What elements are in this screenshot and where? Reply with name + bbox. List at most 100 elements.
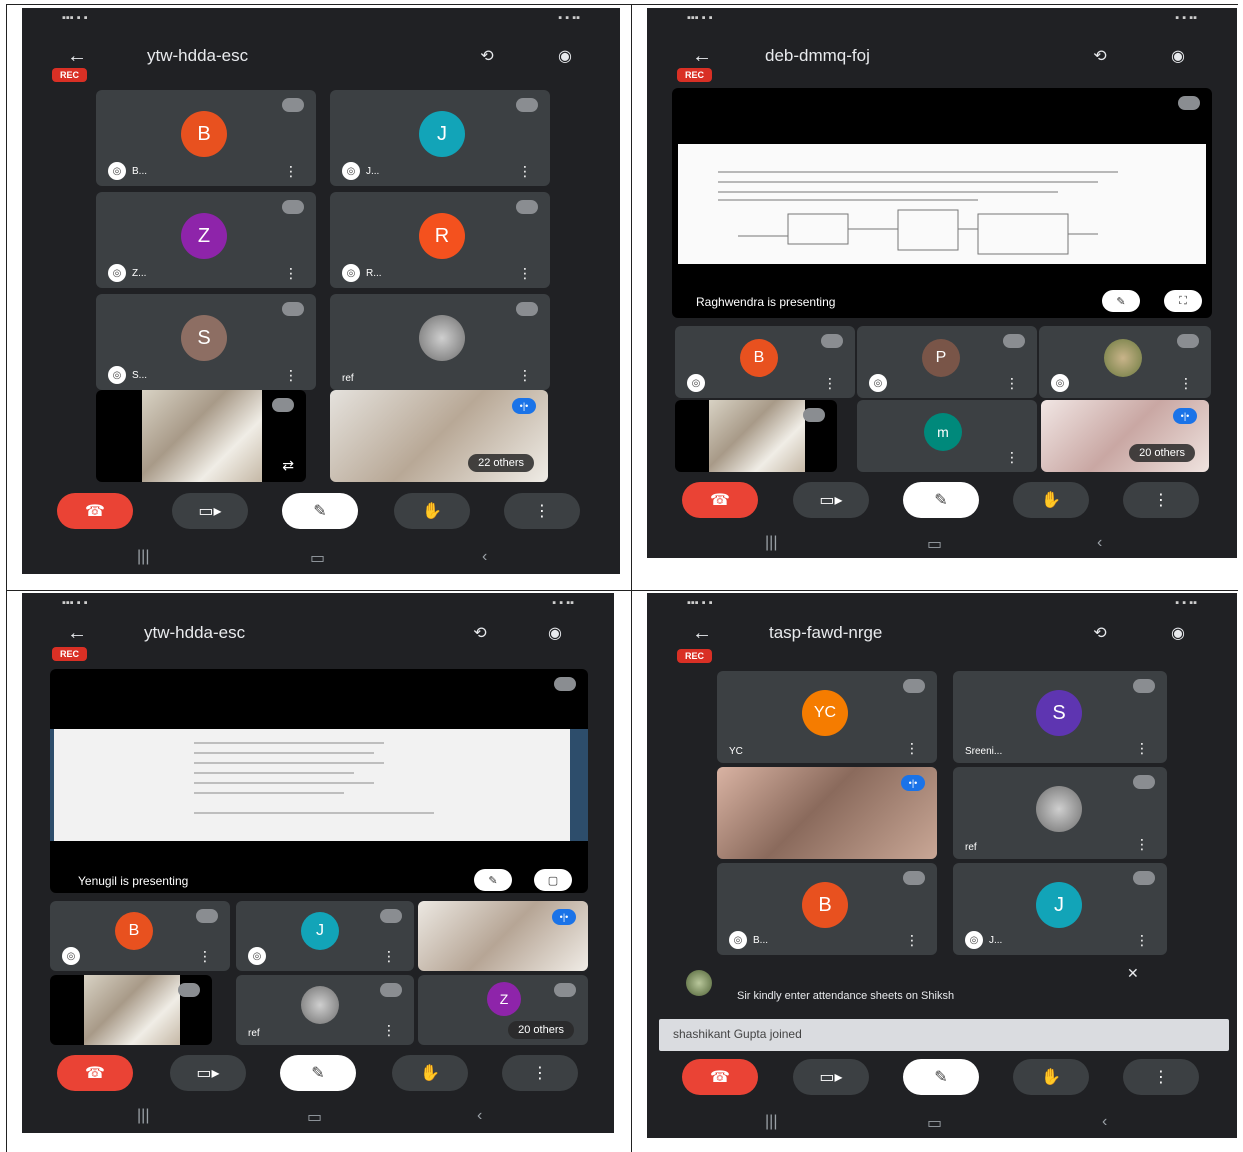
participant-video-tile[interactable]: •|• — [418, 901, 588, 971]
more-options-button[interactable]: ⋮ — [1123, 482, 1199, 518]
speaker-icon[interactable]: ◉ — [552, 45, 578, 67]
participant-tile[interactable]: B ◎ ⋮ — [50, 901, 230, 971]
more-options-button[interactable]: ⋮ — [1123, 1059, 1199, 1095]
end-call-button[interactable]: ☎ — [682, 1059, 758, 1095]
participant-tile[interactable]: B ◎ B... ⋮ — [96, 90, 316, 186]
recents-icon[interactable]: ||| — [137, 548, 149, 566]
raise-hand-button[interactable]: ✋ — [1013, 1059, 1089, 1095]
mic-toggle-button[interactable]: ✎ — [903, 1059, 979, 1095]
more-options-icon[interactable]: ⋮ — [382, 1022, 396, 1039]
participant-tile[interactable]: J ◎ ⋮ — [236, 901, 414, 971]
pin-icon[interactable]: ✎ — [474, 869, 512, 891]
end-call-button[interactable]: ☎ — [57, 1055, 133, 1091]
participant-tile[interactable]: J ◎ J... ⋮ — [953, 863, 1167, 955]
others-tile[interactable]: •|• 22 others — [330, 390, 548, 482]
recents-icon[interactable]: ||| — [137, 1107, 149, 1125]
more-options-icon[interactable]: ⋮ — [1135, 740, 1149, 757]
switch-camera-icon[interactable]: ⟲ — [1087, 45, 1113, 67]
more-options-icon[interactable]: ⋮ — [1005, 449, 1019, 466]
self-view-tile[interactable] — [50, 975, 212, 1045]
camera-toggle-button[interactable]: ▭▸ — [172, 493, 248, 529]
mic-toggle-button[interactable]: ✎ — [282, 493, 358, 529]
chat-notification[interactable]: shashikant Gupta joined — [659, 1019, 1229, 1051]
more-options-icon[interactable]: ⋮ — [284, 265, 298, 282]
home-icon[interactable]: ▭ — [927, 1113, 942, 1133]
participant-tile[interactable]: ref ⋮ — [236, 975, 414, 1045]
participant-tile[interactable]: ref ⋮ — [330, 294, 550, 390]
more-options-icon[interactable]: ⋮ — [198, 948, 212, 965]
more-options-icon[interactable]: ⋮ — [518, 265, 532, 282]
participant-tile[interactable]: B ◎ B... ⋮ — [717, 863, 937, 955]
speaker-icon[interactable]: ◉ — [542, 622, 568, 644]
meeting-code[interactable]: deb-dmmq-foj — [765, 46, 870, 66]
others-count[interactable]: 22 others — [468, 454, 534, 472]
self-view-tile[interactable]: ⇄ — [96, 390, 306, 482]
more-options-icon[interactable]: ⋮ — [518, 367, 532, 384]
meeting-code[interactable]: tasp-fawd-nrge — [769, 623, 882, 643]
participant-tile[interactable]: R ◎ R... ⋮ — [330, 192, 550, 288]
mic-toggle-button[interactable]: ✎ — [903, 482, 979, 518]
raise-hand-button[interactable]: ✋ — [392, 1055, 468, 1091]
end-call-button[interactable]: ☎ — [682, 482, 758, 518]
others-tile[interactable]: Z 20 others — [418, 975, 588, 1045]
meeting-code[interactable]: ytw-hdda-esc — [147, 46, 248, 66]
others-count[interactable]: 20 others — [508, 1021, 574, 1039]
end-call-button[interactable]: ☎ — [57, 493, 133, 529]
more-options-icon[interactable]: ⋮ — [1179, 375, 1193, 392]
fullscreen-icon[interactable]: ▢ — [534, 869, 572, 891]
more-options-button[interactable]: ⋮ — [502, 1055, 578, 1091]
back-nav-icon[interactable]: ‹ — [482, 548, 487, 566]
more-options-icon[interactable]: ⋮ — [284, 367, 298, 384]
camera-toggle-button[interactable]: ▭▸ — [170, 1055, 246, 1091]
participant-tile[interactable]: YC YC ⋮ — [717, 671, 937, 763]
participant-tile[interactable]: P ◎ ⋮ — [857, 326, 1037, 398]
participant-tile[interactable]: m ⋮ — [857, 400, 1037, 472]
raise-hand-button[interactable]: ✋ — [394, 493, 470, 529]
back-nav-icon[interactable]: ‹ — [1102, 1113, 1107, 1131]
back-arrow-icon[interactable]: ← — [692, 622, 712, 645]
participant-tile[interactable]: S Sreeni... ⋮ — [953, 671, 1167, 763]
home-icon[interactable]: ▭ — [307, 1107, 322, 1127]
recents-icon[interactable]: ||| — [765, 534, 777, 552]
more-options-icon[interactable]: ⋮ — [1135, 932, 1149, 949]
recents-icon[interactable]: ||| — [765, 1113, 777, 1131]
more-options-icon[interactable]: ⋮ — [518, 163, 532, 180]
home-icon[interactable]: ▭ — [927, 534, 942, 554]
speaker-icon[interactable]: ◉ — [1165, 622, 1191, 644]
speaker-icon[interactable]: ◉ — [1165, 45, 1191, 67]
back-arrow-icon[interactable]: ← — [67, 622, 87, 645]
more-options-icon[interactable]: ⋮ — [905, 740, 919, 757]
back-nav-icon[interactable]: ‹ — [477, 1107, 482, 1125]
back-arrow-icon[interactable]: ← — [692, 45, 712, 68]
participant-video-tile[interactable]: •|• — [717, 767, 937, 859]
more-options-icon[interactable]: ⋮ — [1135, 836, 1149, 853]
more-options-button[interactable]: ⋮ — [504, 493, 580, 529]
switch-camera-icon[interactable]: ⇄ — [282, 457, 294, 474]
participant-tile[interactable]: S ◎ S... ⋮ — [96, 294, 316, 390]
back-arrow-icon[interactable]: ← — [67, 45, 87, 68]
home-icon[interactable]: ▭ — [310, 548, 325, 568]
pin-icon[interactable]: ✎ — [1102, 290, 1140, 312]
participant-tile[interactable]: ◎ ⋮ — [1039, 326, 1211, 398]
more-options-icon[interactable]: ⋮ — [823, 375, 837, 392]
more-options-icon[interactable]: ⋮ — [1005, 375, 1019, 392]
participant-tile[interactable]: ref ⋮ — [953, 767, 1167, 859]
more-options-icon[interactable]: ⋮ — [382, 948, 396, 965]
fullscreen-icon[interactable]: ⛶ — [1164, 290, 1202, 312]
participant-tile[interactable]: B ◎ ⋮ — [675, 326, 855, 398]
raise-hand-button[interactable]: ✋ — [1013, 482, 1089, 518]
presentation-area[interactable]: Yenugil is presenting ✎ ▢ — [50, 669, 588, 893]
meeting-code[interactable]: ytw-hdda-esc — [144, 623, 245, 643]
participant-tile[interactable]: J ◎ J... ⋮ — [330, 90, 550, 186]
switch-camera-icon[interactable]: ⟲ — [1087, 622, 1113, 644]
back-nav-icon[interactable]: ‹ — [1097, 534, 1102, 552]
mic-toggle-button[interactable]: ✎ — [280, 1055, 356, 1091]
participant-tile[interactable]: Z ◎ Z... ⋮ — [96, 192, 316, 288]
more-options-icon[interactable]: ⋮ — [284, 163, 298, 180]
camera-toggle-button[interactable]: ▭▸ — [793, 482, 869, 518]
others-count[interactable]: 20 others — [1129, 444, 1195, 462]
others-tile[interactable]: •|• 20 others — [1041, 400, 1209, 472]
close-chat-icon[interactable]: ✕ — [1127, 965, 1139, 982]
switch-camera-icon[interactable]: ⟲ — [474, 45, 500, 67]
more-options-icon[interactable]: ⋮ — [905, 932, 919, 949]
